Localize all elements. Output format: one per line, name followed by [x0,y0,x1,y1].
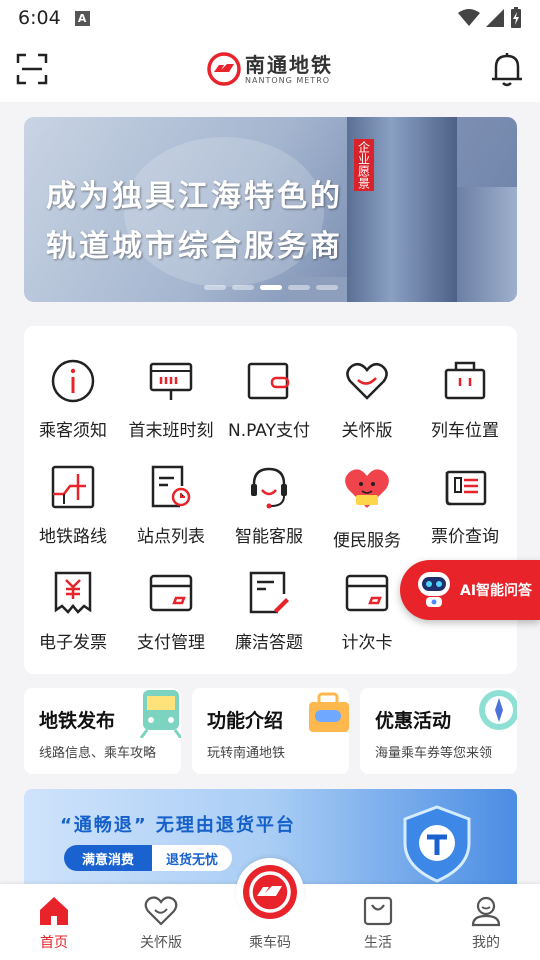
tab-label: 首页 [40,935,68,951]
e-invoice-icon [54,571,92,614]
quiz-icon [249,571,289,614]
fare-query-icon [445,470,487,506]
grid-label: 计次卡 [341,633,393,653]
grid-item-e-invoice[interactable]: 电子发票 [24,538,122,653]
shield-icon [403,805,471,883]
tab-care-version[interactable]: 关怀版 [107,884,215,960]
function-grid: 乘客须知 首末班时刻 N.PAY支付 关怀版 列车位置 地铁路线 站点列表 智能… [24,326,517,674]
ride-code-button[interactable] [236,858,304,926]
grid-item-passenger-notice[interactable]: 乘客须知 [24,326,122,441]
grid-item-station-list[interactable]: 站点列表 [122,432,220,547]
status-time: 6:04 [18,7,61,29]
grid-item-customer-service[interactable]: 智能客服 [220,432,318,547]
carousel-dots [24,285,517,290]
tab-mine[interactable]: 我的 [432,884,540,960]
banner-headline-2: 轨道城市综合服务商 [46,229,343,264]
grid-item-convenience[interactable]: 便民服务 [318,432,416,551]
ai-assistant-label: AI智能问答 [460,583,533,599]
banner-headline-1: 成为独具江海特色的 [46,179,343,214]
train-position-icon [444,361,486,400]
feature-card-metro-news[interactable]: 地铁发布 线路信息、乘车攻略 [24,688,181,774]
grid-item-fare-query[interactable]: 票价查询 [416,432,514,547]
notification-a-icon: A [74,10,90,26]
status-bar: 6:04 A [0,0,540,36]
shopping-bag-icon [363,896,393,926]
banner-vision-badge: 企业愿景 [354,139,374,191]
robot-icon [418,572,450,607]
carousel-dot[interactable] [231,285,254,290]
grid-label: 廉洁答题 [235,633,303,653]
home-icon [40,897,68,925]
nantong-metro-logo: 南通地铁 NANTONG METRO [207,52,333,86]
convenience-heart-icon [345,469,389,508]
battery-charging-icon [511,7,521,28]
feature-card-promotions[interactable]: 优惠活动 海量乘车券等您来领 [360,688,517,774]
customer-service-icon [251,467,287,509]
feature-card-introduction[interactable]: 功能介绍 玩转南通地铁 [192,688,349,774]
tab-label: 乘车码 [249,935,291,951]
timetable-icon [149,362,193,400]
metro-route-icon [51,465,95,509]
feature-title: 地铁发布 [39,710,116,732]
tab-label: 我的 [472,935,500,951]
promo-pill-left: 满意消费 [64,845,153,871]
app-header: 南通地铁 NANTONG METRO [0,36,540,102]
grid-item-npay[interactable]: N.PAY支付 [220,326,318,441]
wifi-icon [458,9,480,26]
heart-outline-icon [144,896,178,926]
promo-pill-right: 退货无忧 [152,845,233,871]
hero-banner[interactable]: 成为独具江海特色的 轨道城市综合服务商 企业愿景 [24,117,517,302]
grid-label: 电子发票 [39,633,107,653]
carousel-dot[interactable] [287,285,310,290]
carousel-dot-active[interactable] [259,285,282,290]
grid-item-care-version[interactable]: 关怀版 [318,326,416,441]
scan-icon[interactable] [16,53,48,85]
feature-subtitle: 玩转南通地铁 [207,746,286,761]
grid-item-integrity-quiz[interactable]: 廉洁答题 [220,538,318,653]
tab-label: 生活 [364,935,392,951]
count-card-icon [345,574,389,612]
train-icon [139,690,181,738]
bell-icon[interactable] [490,51,524,87]
card-icon [149,574,193,612]
status-right [458,7,522,29]
toolbox-icon [309,692,349,732]
grid-label: 票价查询 [431,527,499,547]
grid-label: 支付管理 [137,633,205,653]
ai-assistant-button[interactable]: AI智能问答 [400,560,540,620]
grid-item-metro-route[interactable]: 地铁路线 [24,432,122,547]
info-icon [51,359,95,403]
tab-life[interactable]: 生活 [324,884,432,960]
feature-title: 优惠活动 [375,710,452,732]
signal-icon [486,9,504,27]
carousel-dot[interactable] [315,285,338,290]
user-icon [471,896,501,927]
grid-item-train-position[interactable]: 列车位置 [416,326,514,441]
feature-title: 功能介绍 [207,710,284,732]
station-list-icon [151,465,191,508]
metro-logo-icon [207,52,241,86]
grid-item-payment-management[interactable]: 支付管理 [122,538,220,653]
tab-home[interactable]: 首页 [0,884,108,960]
logo-chinese-text: 南通地铁 [245,52,333,77]
compass-icon [479,690,517,730]
promo-pill: 满意消费 退货无忧 [64,845,233,871]
promo-title: “通畅退” 无理由退货平台 [60,815,296,836]
tab-label: 关怀版 [140,935,182,951]
metro-logo-icon [243,865,297,919]
carousel-dot[interactable] [203,285,226,290]
wallet-icon [247,362,290,400]
logo-english-text: NANTONG METRO [245,75,331,85]
feature-subtitle: 线路信息、乘车攻略 [39,746,157,761]
grid-item-timetable[interactable]: 首末班时刻 [122,326,220,441]
feature-subtitle: 海量乘车券等您来领 [375,746,493,761]
heart-icon [346,362,388,400]
